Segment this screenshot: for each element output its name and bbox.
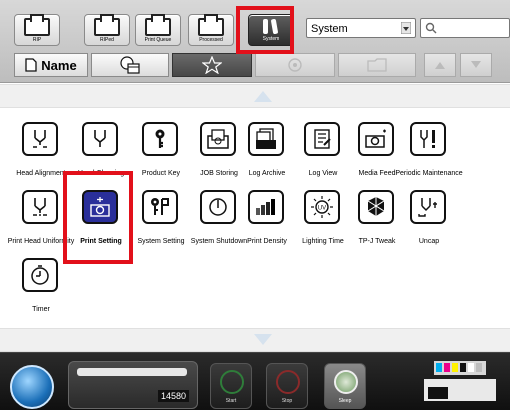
function-log-archive[interactable]: Log Archive — [236, 114, 298, 177]
start-icon — [220, 370, 244, 394]
function-head-cleaning[interactable]: Head Cleaning — [70, 114, 132, 177]
head-cleaning-icon — [82, 122, 118, 156]
clock-calendar-icon — [120, 56, 140, 74]
search-input[interactable] — [420, 18, 510, 38]
stop-button[interactable]: Stop — [266, 363, 308, 409]
periodic-maintenance-icon — [410, 122, 446, 156]
bottom-status-bar: 14580 Start Stop Sleep — [0, 352, 510, 410]
log-archive-icon — [248, 122, 284, 156]
down-arrow-icon — [471, 61, 481, 68]
sort-bar: Name — [14, 53, 510, 77]
head-alignment-icon — [22, 122, 58, 156]
tab-riped[interactable]: RIPed — [84, 13, 130, 46]
function-system-setting[interactable]: System Setting — [130, 182, 192, 245]
timer-icon — [22, 258, 58, 292]
star-icon — [202, 56, 222, 74]
function-log-view[interactable]: Log View — [292, 114, 354, 177]
globe-icon[interactable] — [10, 365, 54, 409]
up-arrow-icon — [254, 91, 272, 102]
print-head-uniformity-icon — [22, 190, 58, 224]
riped-folder-icon — [94, 13, 120, 36]
uv-lamp-icon: UV — [304, 190, 340, 224]
tpj-tweak-icon — [358, 190, 394, 224]
rip-folder-icon — [24, 13, 50, 36]
sort-by-favorite-button[interactable] — [172, 53, 252, 77]
function-head-alignment[interactable]: Head Alignment — [10, 114, 72, 177]
scroll-up-button[interactable] — [424, 53, 456, 77]
document-icon — [25, 58, 37, 72]
scroll-down-button[interactable] — [460, 53, 492, 77]
stop-icon — [276, 370, 300, 394]
highlight-system-tab — [236, 6, 294, 54]
app-window: RIP RIPed Print Queue Processed System S… — [0, 0, 510, 410]
sort-by-name-button[interactable]: Name — [14, 53, 88, 77]
print-density-icon — [248, 190, 284, 224]
job-status-panel: 14580 — [68, 361, 198, 409]
dropdown-arrow-icon — [401, 22, 411, 34]
function-lighting-time[interactable]: UV Lighting Time — [292, 182, 354, 245]
tab-processed[interactable]: Processed — [188, 13, 234, 46]
tab-print-queue[interactable]: Print Queue — [135, 13, 181, 46]
sleep-button[interactable]: Sleep — [324, 363, 366, 409]
category-select[interactable]: System — [306, 18, 416, 38]
function-product-key[interactable]: Product Key — [130, 114, 192, 177]
print-queue-icon — [145, 13, 171, 36]
sort-by-date-button[interactable] — [91, 53, 169, 77]
category-select-value: System — [311, 23, 348, 35]
processed-folder-icon — [198, 13, 224, 36]
job-storing-icon — [200, 122, 236, 156]
start-button[interactable]: Start — [210, 363, 252, 409]
system-setting-icon — [142, 190, 178, 224]
log-view-icon — [304, 122, 340, 156]
tab-rip[interactable]: RIP — [14, 13, 60, 46]
highlight-print-setting — [63, 171, 133, 264]
media-feed-icon — [358, 122, 394, 156]
function-periodic-maintenance[interactable]: Periodic Maintenance — [395, 114, 463, 177]
scroll-up-band[interactable] — [0, 84, 510, 108]
progress-bar — [77, 368, 187, 376]
printer-status-icon — [420, 357, 500, 407]
uncap-icon — [410, 190, 446, 224]
key-icon — [142, 122, 178, 156]
scroll-down-band[interactable] — [0, 328, 510, 352]
view-button[interactable] — [255, 53, 335, 77]
folder-button[interactable] — [338, 53, 416, 77]
folder-icon — [367, 58, 387, 72]
counter-value: 14580 — [157, 390, 189, 402]
up-arrow-icon — [435, 62, 445, 69]
svg-text:UV: UV — [318, 206, 326, 212]
search-icon — [425, 22, 437, 34]
function-uncap[interactable]: Uncap — [398, 182, 460, 245]
leaf-icon — [334, 370, 358, 394]
power-icon — [200, 190, 236, 224]
down-arrow-icon — [254, 334, 272, 345]
circle-icon — [288, 58, 302, 72]
function-print-density[interactable]: Print Density — [236, 182, 298, 245]
